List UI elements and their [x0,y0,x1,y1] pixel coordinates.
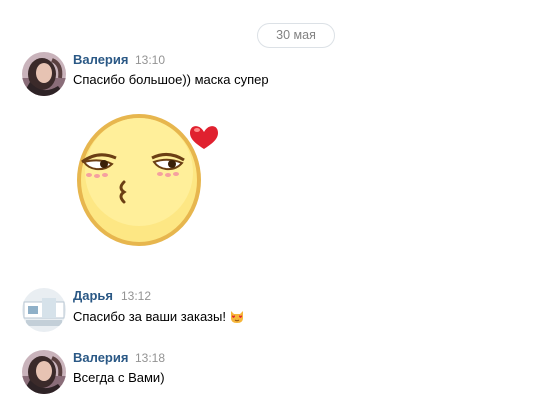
message-text: Спасибо за ваши заказы! [73,308,245,324]
message-time[interactable]: 13:12 [121,289,151,303]
message-text-content: Спасибо за ваши заказы! [73,309,226,324]
message-time[interactable]: 13:10 [135,53,165,67]
avatar[interactable] [22,52,66,96]
message-text: Всегда с Вами) [73,370,165,385]
author-name[interactable]: Валерия [73,52,128,67]
author-name[interactable]: Дарья [73,288,113,303]
message-time[interactable]: 13:18 [135,351,165,365]
heart-eyes-cat-emoji [229,308,245,324]
date-separator: 30 мая [257,23,335,48]
avatar[interactable] [22,288,66,332]
sticker-image[interactable] [56,110,226,255]
message-text: Спасибо большое)) маска супер [73,72,269,87]
author-name[interactable]: Валерия [73,350,128,365]
avatar[interactable] [22,350,66,394]
